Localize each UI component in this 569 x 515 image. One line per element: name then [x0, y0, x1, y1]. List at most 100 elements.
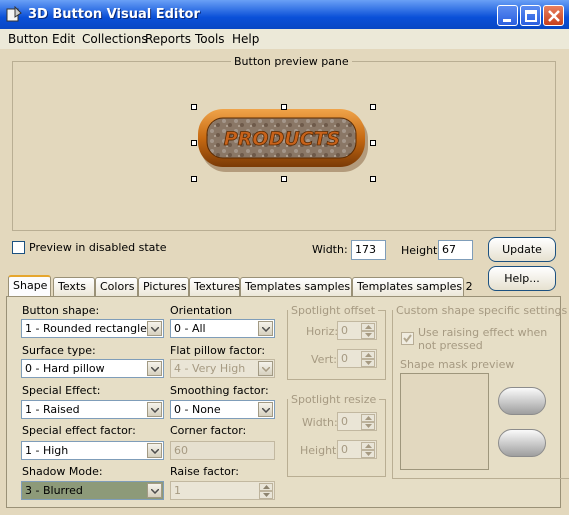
dropdown-arrow[interactable] — [258, 361, 273, 376]
flat-pillow-label: Flat pillow factor: — [170, 344, 266, 357]
surface-type-value: 0 - Hard pillow — [25, 362, 105, 375]
chevron-down-icon — [151, 449, 159, 454]
spot-height-value: 0 — [341, 443, 348, 456]
chevron-up-icon — [365, 353, 372, 357]
maximize-button[interactable] — [520, 5, 541, 26]
orientation-label: Orientation — [170, 304, 233, 317]
corner-factor-label: Corner factor: — [170, 424, 247, 437]
shadow-mode-select[interactable]: 3 - Blurred — [21, 481, 164, 500]
special-effect-select[interactable]: 1 - Raised — [21, 400, 164, 419]
tab-colors[interactable]: Colors — [95, 277, 138, 296]
menu-tools[interactable]: Tools — [195, 32, 225, 46]
shadow-mode-label: Shadow Mode: — [22, 465, 103, 478]
resize-handle-right[interactable] — [370, 140, 376, 146]
chevron-down-icon — [151, 327, 159, 332]
preview-pane-legend: Button preview pane — [234, 55, 349, 68]
resize-handle-bottom-left[interactable] — [191, 176, 197, 182]
tab-templates-1[interactable]: Templates samples 1 — [240, 277, 361, 296]
horiz-spinner[interactable]: 0 — [337, 321, 377, 340]
chevron-down-icon — [151, 408, 159, 413]
tab-bar: Shape Texts Colors Pictures Textures Tem… — [6, 275, 561, 298]
menu-collections[interactable]: Collections — [82, 32, 148, 46]
resize-handle-top-right[interactable] — [370, 104, 376, 110]
resize-handle-bottom[interactable] — [281, 176, 287, 182]
checkmark-icon — [403, 334, 412, 343]
resize-handle-top[interactable] — [281, 104, 287, 110]
tab-shape[interactable]: Shape — [8, 275, 51, 298]
orientation-select[interactable]: 0 - All — [170, 319, 275, 338]
update-button[interactable]: Update — [488, 237, 556, 262]
preview-button-label: PRODUCTS — [224, 128, 341, 150]
special-effect-label: Special Effect: — [22, 384, 101, 397]
corner-factor-input[interactable]: 60 — [170, 441, 275, 460]
spotlight-resize-group: Spotlight resize — [287, 393, 386, 477]
dropdown-arrow[interactable] — [147, 361, 162, 376]
shape-mask-preview — [400, 373, 489, 470]
spin-down-button[interactable] — [361, 422, 375, 430]
title-bar[interactable]: 3D Button Visual Editor — [0, 0, 569, 29]
spot-width-label: Width: — [302, 416, 338, 429]
spin-up-button[interactable] — [259, 483, 273, 491]
dropdown-arrow[interactable] — [147, 483, 162, 498]
tab-templates-2[interactable]: Templates samples 2 — [352, 277, 473, 296]
special-effect-factor-select[interactable]: 1 - High — [21, 441, 164, 460]
spotlight-offset-group: Spotlight offset — [287, 304, 386, 380]
chevron-down-icon — [365, 333, 372, 337]
width-input[interactable]: 173 — [351, 240, 386, 260]
tab-texts[interactable]: Texts — [53, 277, 95, 296]
surface-type-select[interactable]: 0 - Hard pillow — [21, 359, 164, 378]
spin-down-button[interactable] — [259, 491, 273, 499]
menu-button[interactable]: Button — [8, 32, 48, 46]
dropdown-arrow[interactable] — [258, 402, 273, 417]
spin-down-button[interactable] — [361, 359, 375, 367]
close-button[interactable] — [543, 5, 564, 26]
menu-reports[interactable]: Reports — [145, 32, 191, 46]
tab-pictures[interactable]: Pictures — [138, 277, 189, 296]
spin-down-button[interactable] — [361, 331, 375, 339]
button-shape-select[interactable]: 1 - Rounded rectangle — [21, 319, 164, 338]
raising-effect-checkbox[interactable] — [401, 332, 414, 345]
spot-height-label: Height: — [300, 444, 341, 457]
spot-width-spinner[interactable]: 0 — [337, 412, 377, 431]
width-label: Width: — [312, 243, 348, 256]
height-label: Height: — [401, 244, 442, 257]
spin-up-button[interactable] — [361, 414, 375, 422]
chevron-down-icon — [151, 367, 159, 372]
raising-effect-label-line1: Use raising effect when — [418, 326, 548, 339]
vert-label: Vert: — [311, 353, 337, 366]
preview-disabled-checkbox[interactable] — [12, 241, 25, 254]
spin-up-button[interactable] — [361, 323, 375, 331]
minimize-icon — [503, 19, 511, 22]
menu-edit[interactable]: Edit — [52, 32, 75, 46]
resize-handle-bottom-right[interactable] — [370, 176, 376, 182]
spin-up-button[interactable] — [361, 351, 375, 359]
menu-help[interactable]: Help — [232, 32, 259, 46]
custom-shape-legend: Custom shape specific settings — [396, 304, 568, 317]
products-preview-button[interactable]: PRODUCTS — [197, 108, 372, 178]
special-effect-factor-label: Special effect factor: — [22, 424, 136, 437]
raise-factor-spinner[interactable]: 1 — [170, 481, 275, 500]
chevron-up-icon — [365, 416, 372, 420]
dropdown-arrow[interactable] — [147, 402, 162, 417]
spin-up-button[interactable] — [361, 442, 375, 450]
resize-handle-top-left[interactable] — [191, 104, 197, 110]
flat-pillow-select[interactable]: 4 - Very High — [170, 359, 275, 378]
dropdown-arrow[interactable] — [147, 321, 162, 336]
minimize-button[interactable] — [497, 5, 518, 26]
orientation-value: 0 - All — [174, 322, 206, 335]
shape-sample-button-1[interactable] — [498, 387, 546, 415]
chevron-down-icon — [263, 493, 270, 497]
raising-effect-label-line2: not pressed — [418, 339, 483, 352]
chevron-down-icon — [365, 424, 372, 428]
shape-sample-button-2[interactable] — [498, 429, 546, 457]
tab-textures[interactable]: Textures — [189, 277, 240, 296]
spotlight-resize-legend: Spotlight resize — [291, 393, 377, 406]
spot-height-spinner[interactable]: 0 — [337, 440, 377, 459]
spin-down-button[interactable] — [361, 450, 375, 458]
dropdown-arrow[interactable] — [147, 443, 162, 458]
smoothing-select[interactable]: 0 - None — [170, 400, 275, 419]
vert-spinner[interactable]: 0 — [337, 349, 377, 368]
height-input[interactable]: 67 — [438, 240, 473, 260]
resize-handle-left[interactable] — [191, 140, 197, 146]
dropdown-arrow[interactable] — [258, 321, 273, 336]
